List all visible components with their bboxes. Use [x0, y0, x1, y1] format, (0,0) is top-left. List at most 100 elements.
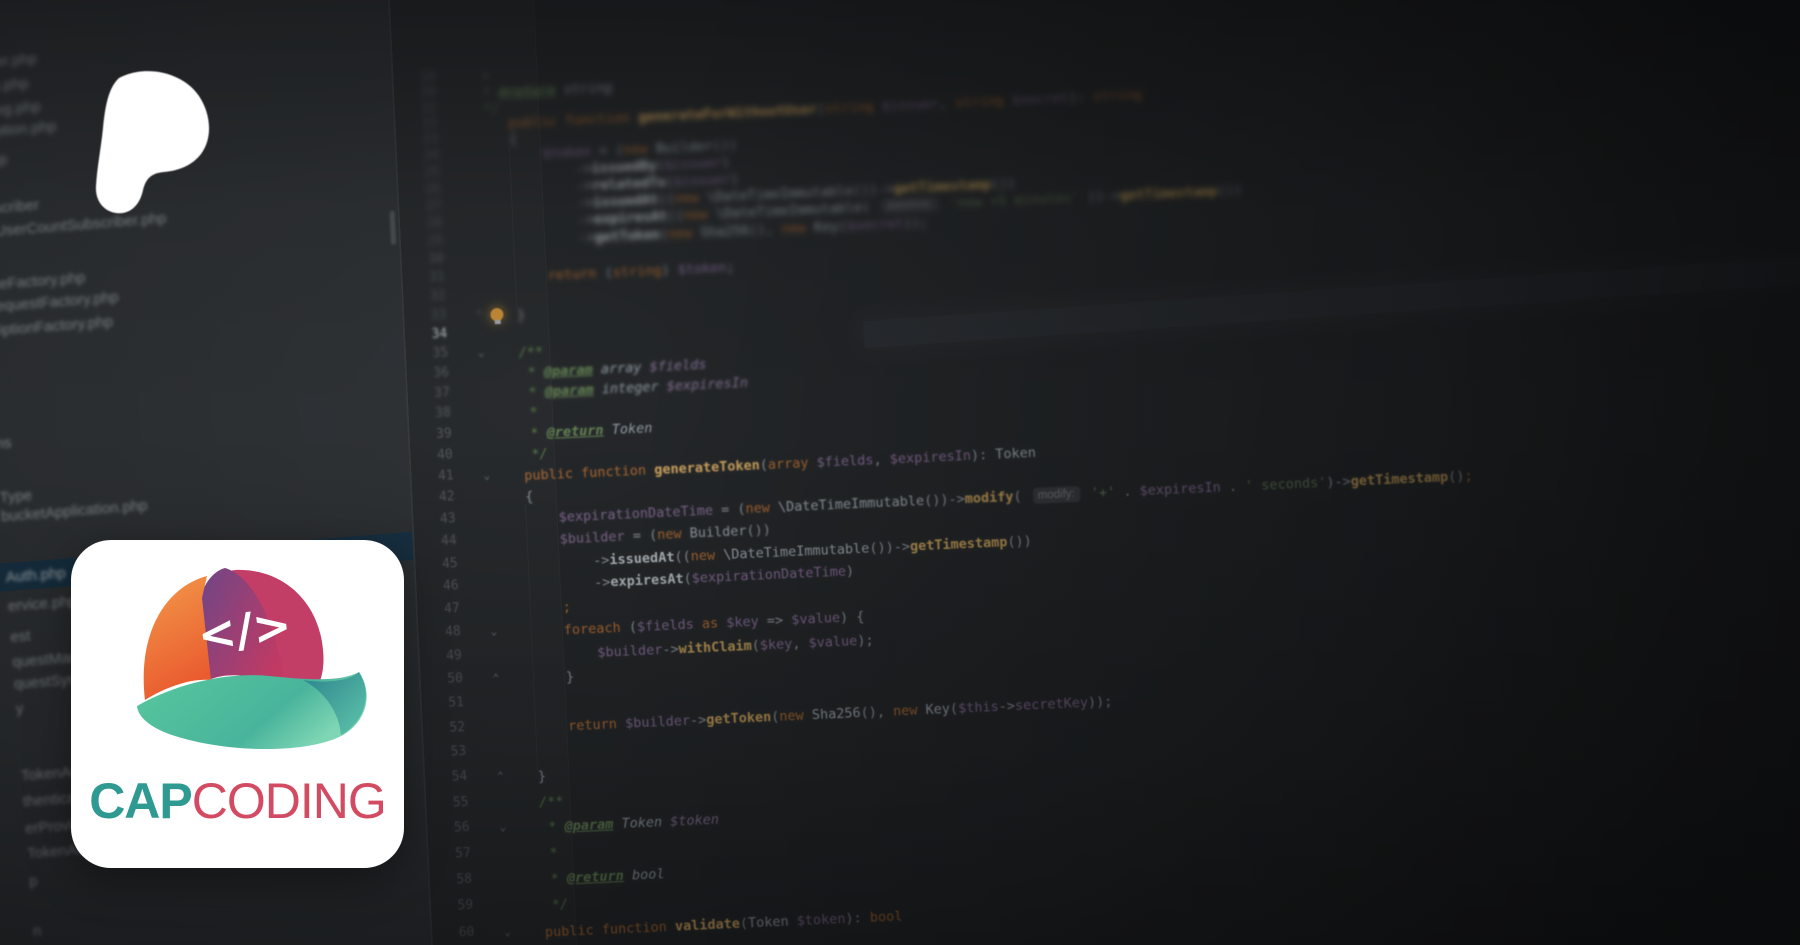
code-token-kw: array	[767, 455, 809, 474]
line-number: 26	[424, 181, 442, 198]
patreon-logo	[95, 71, 210, 214]
code-token-fn: generateForWithoutUser	[637, 101, 818, 126]
sidebar-item-ervice-php[interactable]: ervice.php	[7, 593, 78, 620]
code-token-call: getToken	[705, 708, 772, 728]
code-token-pln: ,	[873, 451, 891, 469]
line-number: 30	[427, 251, 445, 268]
code-token-kw: return	[567, 715, 618, 735]
code-token-dtag: @return	[498, 82, 556, 101]
sidebar-item-ounter-php[interactable]: ounter.php	[0, 50, 38, 77]
line-number: 49	[445, 647, 463, 664]
code-token-pln: ) {	[839, 608, 865, 627]
code-token-pln: ())	[1007, 532, 1033, 550]
sidebar-item-ns[interactable]: ns	[0, 434, 12, 457]
code-token-mth: issuedAt	[609, 548, 675, 568]
code-token-doc: /**	[485, 344, 544, 364]
code-token-pln: (	[596, 265, 614, 282]
fold-expand-icon[interactable]: ⌄	[486, 624, 501, 638]
sidebar-item-est[interactable]: est	[10, 627, 32, 650]
code-token-var: $key	[759, 635, 793, 654]
sidebar-item-scription-php[interactable]: scription.php	[0, 118, 57, 146]
line-number: 24	[423, 148, 440, 164]
code-token-var: $issuer	[881, 96, 940, 115]
code-token-dtyp: bool	[623, 865, 665, 884]
code-line: return $builder->getToken(new Sha256(), …	[503, 690, 1113, 740]
sidebar-item-n[interactable]: n	[32, 922, 42, 945]
fold-collapse-icon[interactable]: ⌃	[493, 769, 508, 783]
fold-collapse-icon[interactable]: ⌃	[489, 672, 504, 686]
line-number: 50	[446, 671, 464, 688]
code-editor[interactable]: 19 * 20 * @return string 21 */ 22 public fu…	[388, 0, 1800, 945]
code-line: }	[501, 666, 575, 691]
code-token-pln: ())->	[923, 491, 966, 510]
code-token-kw: return	[547, 265, 597, 285]
code-token-pln: );	[856, 632, 874, 649]
fold-collapse-icon[interactable]: ⌃	[472, 307, 487, 321]
code-token-pln: ));	[1087, 693, 1113, 711]
code-token-fn: generateToken	[653, 457, 761, 479]
code-token-dtag: @return	[546, 422, 604, 441]
capcoding-word-cap: CAP	[89, 773, 193, 829]
code-token-pln: (),	[748, 221, 783, 239]
line-number: 19	[419, 69, 436, 86]
code-token-kw: string	[612, 262, 662, 282]
code-token-pln: ->	[998, 697, 1016, 715]
fold-expand-icon[interactable]: ⌄	[479, 468, 494, 482]
code-token-pln: ())	[746, 522, 772, 540]
code-token-pln: )	[845, 563, 855, 580]
code-token-var: $value	[790, 610, 841, 629]
code-token-var: secretKey	[1014, 694, 1089, 714]
line-number: 46	[442, 578, 460, 594]
code-token-pln: ->	[662, 640, 679, 658]
code-token-var: $secret	[846, 215, 904, 235]
current-line-highlight	[862, 221, 1800, 349]
code-token-pln	[500, 645, 598, 665]
sidebar-item-tings-php[interactable]: tings.php	[0, 75, 30, 102]
code-token-cls: Sha256	[700, 222, 750, 241]
line-number: 35	[432, 345, 449, 362]
line-number: 23	[422, 131, 439, 148]
code-token-pln: ));	[903, 214, 929, 232]
code-token-dtag: @return	[566, 867, 625, 887]
code-token-var: $this	[957, 698, 1000, 717]
fold-expand-icon[interactable]: ⌄	[500, 925, 515, 939]
line-number: 45	[441, 555, 459, 572]
sidebar-item-t-php[interactable]: t.php	[0, 151, 8, 175]
sidebar-item-p[interactable]: p	[29, 873, 39, 896]
sidebar-item-questsyn[interactable]: questSyn	[13, 671, 77, 698]
code-token-pln	[512, 924, 545, 941]
code-token-call: getTimestamp	[1119, 183, 1218, 205]
code-token-kw: string	[824, 98, 883, 118]
code-token-var: $builder	[559, 528, 626, 548]
code-token-pln: (),	[860, 703, 894, 721]
code-token-kw: foreach	[563, 620, 622, 639]
code-token-pln: ())->	[868, 538, 911, 557]
code-token-call: getTimestamp	[909, 533, 1008, 555]
code-token-dtag: @param	[564, 816, 614, 835]
code-token-kw: as	[701, 615, 719, 633]
code-token-pln: ;	[726, 259, 735, 277]
code-token-var: $builder	[624, 712, 691, 732]
sidebar-item-y[interactable]: y	[15, 700, 24, 723]
fold-expand-icon[interactable]: ⌄	[474, 346, 489, 360]
code-token-dtyp: Token	[603, 420, 653, 439]
line-number: 57	[454, 845, 472, 862]
code-token-call: withClaim	[678, 637, 753, 657]
code-line: *	[508, 842, 558, 866]
code-token-call: modify	[964, 489, 1014, 508]
capcoding-word-coding: CODING	[191, 773, 387, 829]
code-token-pln: ()	[1447, 468, 1465, 486]
line-number: 55	[452, 794, 469, 811]
code-token-cls: Key	[925, 700, 951, 718]
code-token-pln: )->	[1326, 473, 1352, 491]
code-token-doc: */	[490, 445, 549, 465]
line-number: 47	[443, 601, 461, 617]
code-token-cls: \DateTimeImmutable	[777, 493, 925, 516]
code-token-doc: /**	[506, 793, 564, 812]
fold-expand-icon[interactable]: ⌄	[495, 820, 510, 834]
line-number: 58	[456, 871, 473, 888]
sidebar-scrollbar-thumb[interactable]	[389, 210, 397, 245]
line-number: 25	[423, 164, 441, 181]
sidebar-item-auth-php[interactable]: Auth.php	[5, 565, 67, 592]
code-token-cls: Token	[747, 913, 789, 932]
